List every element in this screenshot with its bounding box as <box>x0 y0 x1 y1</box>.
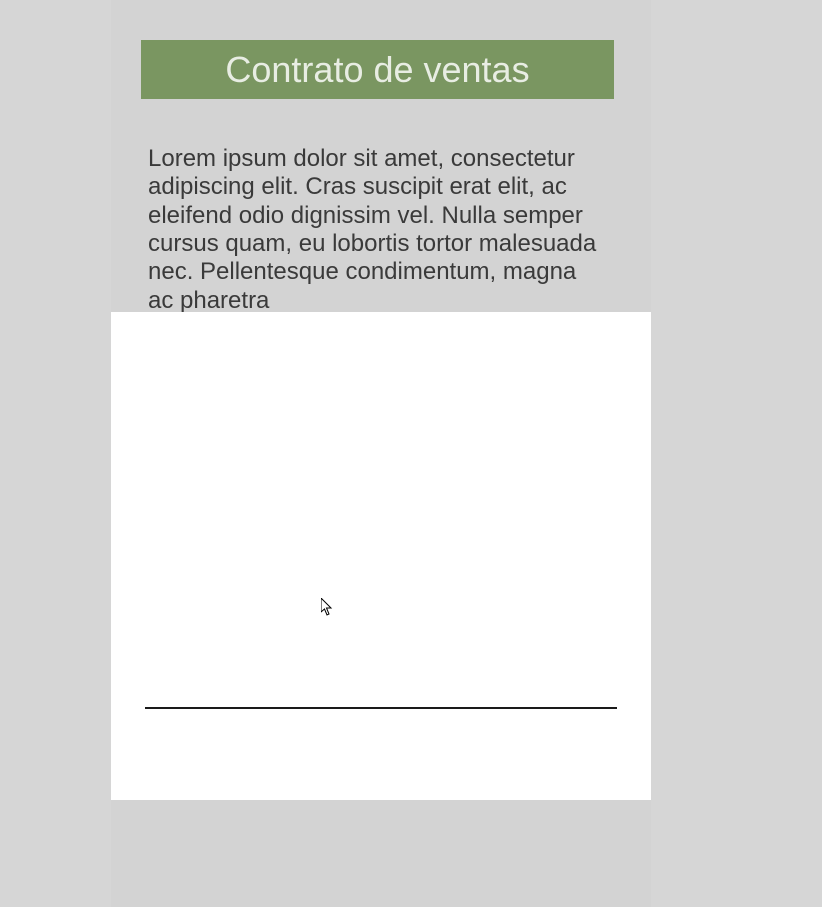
document-page-bottom <box>111 800 651 907</box>
document-title: Contrato de ventas <box>225 49 529 91</box>
document-title-bar: Contrato de ventas <box>141 40 614 99</box>
document-body-container: Lorem ipsum dolor sit amet, consectetur … <box>148 145 608 315</box>
document-body-text: Lorem ipsum dolor sit amet, consectetur … <box>148 145 608 315</box>
signature-page[interactable] <box>111 312 651 800</box>
signature-line <box>145 707 617 709</box>
